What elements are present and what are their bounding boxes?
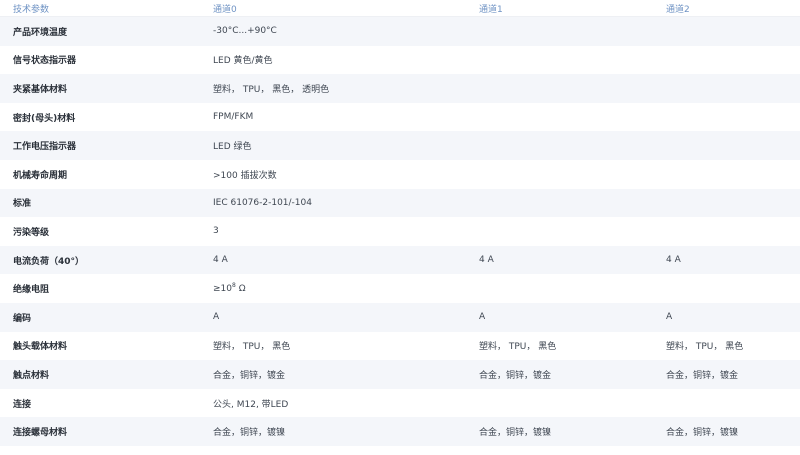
table-row: 电流负荷（40°） 4 A 4 A 4 A — [0, 245, 800, 275]
channel-2-value — [653, 16, 800, 46]
channel-1-value — [466, 274, 653, 303]
channel-0-value: -30°C...+90°C — [200, 16, 466, 46]
channel-0-value: ≥108 Ω — [200, 274, 466, 303]
channel-2-value: 合金，铜锌，镀金 — [653, 360, 800, 389]
param-name: 连接螺母材料 — [0, 417, 200, 446]
channel-1-value: 4 A — [466, 245, 653, 275]
channel-1-value — [466, 16, 653, 46]
table-row: 产品环境温度 -30°C...+90°C — [0, 16, 800, 46]
channel-2-value — [653, 74, 800, 103]
param-name: 机械寿命周期 — [0, 159, 200, 189]
param-name: 编码 — [0, 302, 200, 332]
channel-0-value: 合金，铜锌，镀镍 — [200, 417, 466, 446]
channel-2-value — [653, 274, 800, 303]
param-name: 产品环境温度 — [0, 16, 200, 46]
channel-0-value: 公头, M12, 带LED — [200, 388, 466, 418]
param-name: 电流负荷（40°） — [0, 245, 200, 275]
header-channel-2: 通道2 — [653, 0, 800, 17]
channel-1-value — [466, 159, 653, 189]
channel-0-value: IEC 61076-2-101/-104 — [200, 188, 466, 218]
channel-2-value — [653, 131, 800, 160]
channel-1-value — [466, 45, 653, 75]
table-row: 触点材料 合金，铜锌，镀金 合金，铜锌，镀金 合金，铜锌，镀金 — [0, 360, 800, 389]
table-row: 标准 IEC 61076-2-101/-104 — [0, 188, 800, 218]
param-name: 触头载体材料 — [0, 331, 200, 361]
channel-2-value: 合金，铜锌，镀镍 — [653, 417, 800, 446]
channel-2-value — [653, 159, 800, 189]
header-param: 技术参数 — [0, 0, 200, 17]
channel-1-value: A — [466, 302, 653, 332]
header-channel-0: 通道0 — [200, 0, 466, 17]
channel-0-value: 塑料， TPU， 黑色， 透明色 — [200, 74, 466, 103]
channel-0-value: 3 — [200, 217, 466, 246]
param-name: 污染等级 — [0, 217, 200, 246]
channel-0-value: 4 A — [200, 245, 466, 275]
channel-0-value: 塑料， TPU， 黑色 — [200, 331, 466, 361]
table-row: 连接螺母材料 合金，铜锌，镀镍 合金，铜锌，镀镍 合金，铜锌，镀镍 — [0, 417, 800, 446]
param-name: 工作电压指示器 — [0, 131, 200, 160]
channel-2-value — [653, 102, 800, 132]
channel-0-value: LED 绿色 — [200, 131, 466, 160]
channel-1-value: 塑料， TPU， 黑色 — [466, 331, 653, 361]
channel-2-value: A — [653, 302, 800, 332]
channel-0-value: A — [200, 302, 466, 332]
channel-0-value: >100 插拔次数 — [200, 159, 466, 189]
channel-0-value: FPM/FKM — [200, 102, 466, 132]
channel-1-value — [466, 102, 653, 132]
table-row: 连接 公头, M12, 带LED — [0, 388, 800, 418]
channel-2-value: 塑料， TPU， 黑色 — [653, 331, 800, 361]
param-name: 绝缘电阻 — [0, 274, 200, 303]
channel-1-value — [466, 131, 653, 160]
channel-2-value — [653, 45, 800, 75]
table-row: 触头载体材料 塑料， TPU， 黑色 塑料， TPU， 黑色 塑料， TPU， … — [0, 331, 800, 361]
param-name: 信号状态指示器 — [0, 45, 200, 75]
param-name: 密封(母头)材料 — [0, 102, 200, 132]
channel-0-value: LED 黄色/黄色 — [200, 45, 466, 75]
channel-1-value — [466, 188, 653, 218]
channel-1-value — [466, 217, 653, 246]
channel-0-value: 合金，铜锌，镀金 — [200, 360, 466, 389]
channel-1-value: 合金，铜锌，镀金 — [466, 360, 653, 389]
insulation-value-exponent: 8 — [232, 281, 236, 289]
channel-1-value: 合金，铜锌，镀镍 — [466, 417, 653, 446]
table-row: 密封(母头)材料 FPM/FKM — [0, 102, 800, 132]
table-row: 编码 A A A — [0, 302, 800, 332]
table-row: 污染等级 3 — [0, 217, 800, 246]
param-name: 连接 — [0, 388, 200, 418]
table-row: 工作电压指示器 LED 绿色 — [0, 131, 800, 160]
channel-1-value — [466, 74, 653, 103]
param-name: 触点材料 — [0, 360, 200, 389]
table-row: 机械寿命周期 >100 插拔次数 — [0, 159, 800, 189]
tech-spec-table: 技术参数 通道0 通道1 通道2 产品环境温度 -30°C...+90°C 信号… — [0, 0, 800, 446]
param-name: 夹紧基体材料 — [0, 74, 200, 103]
param-name: 标准 — [0, 188, 200, 218]
table-row: 绝缘电阻 ≥108 Ω — [0, 274, 800, 303]
channel-2-value — [653, 188, 800, 218]
table-row: 信号状态指示器 LED 黄色/黄色 — [0, 45, 800, 75]
table-header-row: 技术参数 通道0 通道1 通道2 — [0, 0, 800, 17]
channel-2-value — [653, 388, 800, 418]
insulation-value-base: ≥10 — [213, 283, 232, 294]
channel-2-value — [653, 217, 800, 246]
header-channel-1: 通道1 — [466, 0, 653, 17]
table-row: 夹紧基体材料 塑料， TPU， 黑色， 透明色 — [0, 74, 800, 103]
insulation-value-unit: Ω — [235, 283, 246, 294]
channel-2-value: 4 A — [653, 245, 800, 275]
channel-1-value — [466, 388, 653, 418]
